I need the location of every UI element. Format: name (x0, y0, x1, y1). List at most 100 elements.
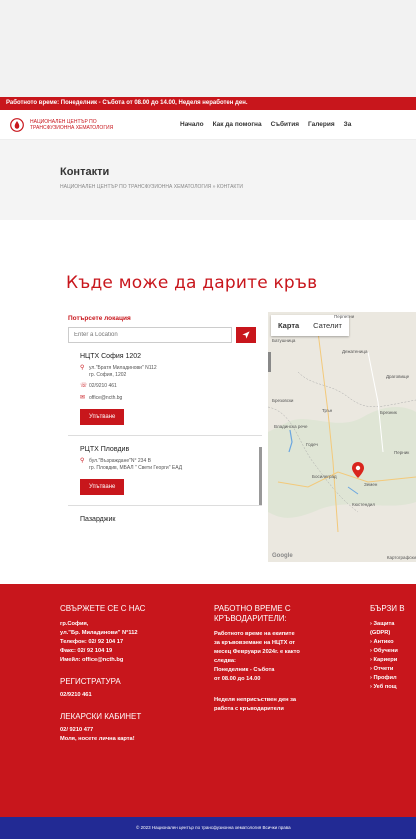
map-place-label: Земен (364, 482, 378, 487)
directions-button[interactable]: Упътване (80, 479, 125, 495)
footer-contacts-title: СВЪРЖЕТЕ СЕ С НАС (60, 604, 146, 613)
footer-medical-phone: 02/ 9210 477 (60, 727, 94, 733)
footer-sunday-line: Неделя неприсъствен ден за (214, 697, 297, 703)
footer-contacts: СВЪРЖЕТЕ СЕ С НАС гр.София, ул."Бр. Мила… (60, 604, 200, 744)
email-icon: ✉ (80, 394, 86, 401)
footer-registry-title: РЕГИСТРАТУРА (60, 677, 121, 686)
footer-link[interactable]: › Профил (370, 674, 416, 683)
address-line-2: гр. Пловдив, МБАЛ " Свети Георги" ЕАД (89, 464, 183, 471)
map-place-label: Владинска рече (274, 424, 308, 429)
footer-hours-line: месец Февруари 2024г. е както (214, 649, 300, 655)
web-page: Работното време: Понеделник - Събота от … (0, 97, 416, 839)
donate-section-title: Къде може да дарите кръв (66, 273, 318, 293)
map-attribution: Картографски (386, 555, 416, 560)
map-place-label: Брезник (380, 410, 397, 415)
site-logo[interactable]: НАЦИОНАЛЕН ЦЕНТЪР ПО ТРАНСФУЗИОННА ХЕМАТ… (10, 117, 170, 132)
location-divider (68, 435, 262, 436)
location-email: ✉ office@ncth.bg (80, 395, 262, 402)
footer-hours-line: от 08.00 до 14.00 (214, 676, 261, 682)
footer-contact-line: Факс: 02/ 92 104 19 (60, 648, 113, 654)
footer-hours-line: за кръвовземане на НЦТХ от (214, 640, 296, 646)
location-divider (68, 505, 262, 506)
map-place-label: Годеч (306, 442, 318, 447)
location-item[interactable]: РЦТХ Пловдив ⚲ бул."Възраждане"N° 234 В … (68, 446, 262, 501)
locate-me-button[interactable] (236, 327, 256, 343)
footer-contact-line: ул."Бр. Миладинови" N°112 (60, 630, 138, 636)
map-pin-icon: ⚲ (80, 458, 85, 464)
map-place-label: Батушница (272, 338, 296, 343)
phone-text: 02/9210 461 (89, 383, 117, 389)
logo-text: НАЦИОНАЛЕН ЦЕНТЪР ПО ТРАНСФУЗИОННА ХЕМАТ… (30, 119, 113, 131)
map-place-label: Драговище (386, 374, 410, 379)
location-name: РЦТХ Пловдив (80, 446, 130, 453)
footer-link[interactable]: › Антико (370, 638, 416, 647)
location-address: ⚲ ул."Братя Миладинови" N112 гр. София, … (80, 365, 262, 378)
phone-icon: ☏ (80, 383, 88, 389)
main-nav: Начало Как да помогна Събития Галерия За (180, 121, 351, 128)
location-name: Пазарджик (80, 516, 116, 523)
search-row (68, 327, 262, 343)
footer-hours-line: следва: (214, 658, 236, 664)
map-place-label: Брезовски (272, 398, 294, 403)
footer-contact-line: Имейл: office@ncth.bg (60, 657, 124, 663)
map-place-label: Перник (394, 450, 410, 455)
footer-quick-links: БЪРЗИ В › Защита (GDPR) › Антико › Обуче… (370, 604, 416, 692)
footer-quick-links-title: БЪРЗИ В (370, 604, 405, 613)
page-hero: Контакти НАЦИОНАЛЕН ЦЕНТЪР ПО ТРАНСФУЗИО… (0, 140, 416, 220)
footer-link[interactable]: › Кариери (370, 656, 416, 665)
locator-scrollbar[interactable] (259, 447, 262, 505)
map-pin-icon: ⚲ (80, 365, 85, 371)
google-map[interactable]: Карта Сателит Перпетни Батушница Дежатен… (268, 312, 416, 562)
footer-hours-title: РАБОТНО ВРЕМЕ С КРЪВОДАРИТЕЛИ: (214, 604, 291, 623)
working-hours-text: Работното време: Понеделник - Събота от … (6, 100, 248, 106)
header-navbar: НАЦИОНАЛЕН ЦЕНТЪР ПО ТРАНСФУЗИОННА ХЕМАТ… (0, 110, 416, 140)
location-search-input[interactable] (68, 327, 232, 343)
location-item[interactable]: НЦТХ София 1202 ⚲ ул."Братя Миладинови" … (68, 353, 262, 431)
logo-line-2: ТРАНСФУЗИОННА ХЕМАТОЛОГИЯ (30, 124, 114, 131)
nav-item-gallery[interactable]: Галерия (308, 121, 335, 128)
footer-link[interactable]: › Уеб пощ (370, 683, 416, 692)
blood-drop-logo-icon (10, 117, 24, 132)
email-text: office@ncth.bg (89, 394, 123, 401)
nav-item-how-to-help[interactable]: Как да помогна (213, 121, 262, 128)
site-footer: СВЪРЖЕТЕ СЕ С НАС гр.София, ул."Бр. Мила… (0, 584, 416, 817)
map-place-label: Трън (322, 408, 333, 413)
footer-sunday-line: работа с кръводарители (214, 706, 284, 712)
search-label: Потърсете локация (68, 315, 131, 322)
location-phone: ☏ 02/9210 461 (80, 383, 262, 390)
footer-link[interactable]: › Отчети (370, 665, 416, 674)
location-address: ⚲ бул."Възраждане"N° 234 В гр. Пловдив, … (80, 458, 262, 471)
store-locator: Потърсете локация НЦТХ София 1202 ⚲ ул."… (68, 315, 262, 563)
location-name: НЦТХ София 1202 (80, 353, 142, 360)
nav-item-home[interactable]: Начало (180, 121, 204, 128)
copyright-text: © 2023 Национален център по трансфузионн… (136, 825, 291, 830)
footer-hours-line: Работното време на екипите (214, 631, 295, 637)
copyright-bar: © 2023 Национален център по трансфузионн… (0, 817, 416, 839)
footer-contact-line: Телефон: 02/ 92 104 17 (60, 639, 124, 645)
map-place-label: Босилеград (312, 474, 337, 479)
location-item[interactable]: Пазарджик (68, 516, 262, 523)
footer-medical-title: ЛЕКАРСКИ КАБИНЕТ (60, 712, 142, 721)
footer-hours-line: Понеделник - Събота (214, 667, 275, 673)
footer-link[interactable]: › Обучени (370, 647, 416, 656)
page-title: Контакти (60, 166, 110, 178)
navigation-arrow-icon (242, 331, 250, 339)
address-line-2: гр. София, 1202 (89, 371, 127, 378)
footer-link[interactable]: (GDPR) (370, 629, 416, 638)
map-marker-icon[interactable] (352, 462, 364, 478)
google-logo: Google (272, 553, 293, 559)
footer-contact-line: гр.София, (60, 621, 89, 627)
address-line-1: ул."Братя Миладинови" N112 (89, 365, 157, 371)
map-tab-map[interactable]: Карта (271, 315, 307, 336)
map-place-label: Перпетни (334, 314, 355, 319)
page-top-gap (0, 0, 416, 97)
directions-button[interactable]: Упътване (80, 409, 125, 425)
footer-hours: РАБОТНО ВРЕМЕ С КРЪВОДАРИТЕЛИ: Работното… (214, 604, 354, 714)
nav-item-events[interactable]: Събития (271, 121, 299, 128)
footer-medical-note: Моля, носете лична карта! (60, 736, 135, 742)
breadcrumb: НАЦИОНАЛЕН ЦЕНТЪР ПО ТРАНСФУЗИОННА ХЕМАТ… (60, 184, 243, 190)
map-place-label: Дежатеница (342, 349, 368, 354)
footer-link[interactable]: › Защита (370, 620, 416, 629)
nav-item-about[interactable]: За (344, 121, 352, 128)
map-place-label: Кюстендил (352, 502, 376, 507)
